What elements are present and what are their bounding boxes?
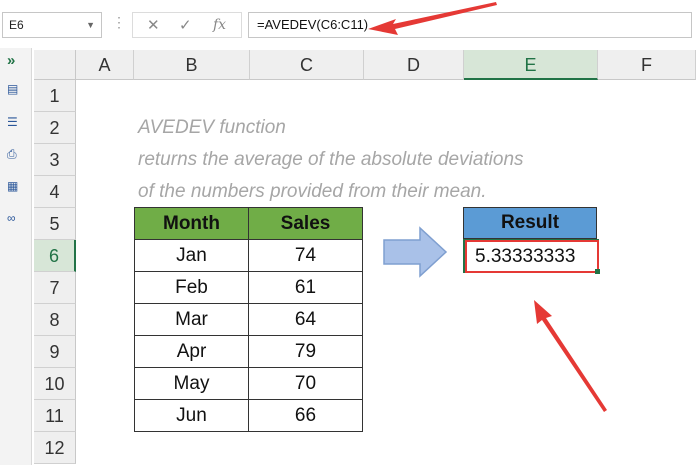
fill-handle[interactable] <box>595 269 600 274</box>
formula-pointer-arrow <box>368 2 497 35</box>
right-arrow-icon <box>383 226 448 278</box>
result-pointer-arrow <box>534 300 607 412</box>
annotation-overlay <box>368 2 607 412</box>
